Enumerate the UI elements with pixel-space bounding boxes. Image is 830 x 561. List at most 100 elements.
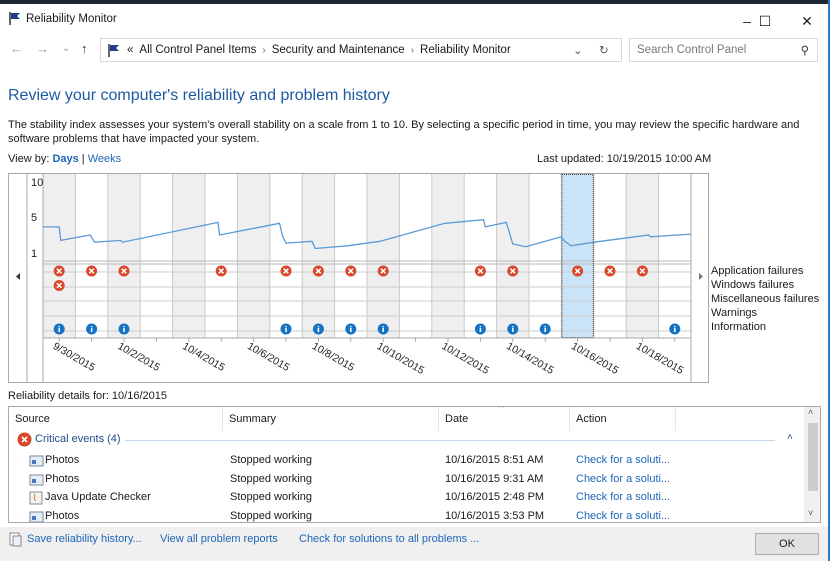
application-failure-icon[interactable]: [377, 265, 389, 277]
day-column[interactable]: [237, 174, 270, 338]
day-column[interactable]: [561, 174, 594, 338]
address-bar[interactable]: « All Control Panel Items › Security and…: [100, 38, 622, 62]
close-button[interactable]: ✕: [787, 8, 827, 34]
check-for-solutions-link[interactable]: Check for solutions to all problems ...: [299, 533, 479, 545]
back-button[interactable]: ←: [10, 41, 23, 56]
breadcrumb-overflow[interactable]: «: [127, 44, 133, 56]
footer: Save reliability history... View all pro…: [0, 527, 828, 561]
scrollbar-thumb[interactable]: [808, 423, 818, 491]
stability-chart[interactable]: 10 5 1 9/30/2015 10/2/2015 10/4/2015 10/6/2015…: [8, 173, 709, 383]
application-failure-icon[interactable]: [572, 265, 584, 277]
column-action[interactable]: Action: [570, 407, 676, 431]
check-for-solution-link[interactable]: Check for a soluti...: [576, 491, 670, 503]
application-failure-icon[interactable]: [53, 280, 65, 291]
legend-windows-failures: Windows failures: [711, 279, 795, 291]
column-date[interactable]: Date: [439, 407, 570, 431]
application-failure-icon[interactable]: [636, 265, 648, 277]
day-column[interactable]: [107, 174, 141, 338]
day-column[interactable]: [464, 174, 497, 338]
scroll-left-arrow-icon[interactable]: [16, 273, 20, 280]
application-failure-icon[interactable]: [280, 265, 292, 277]
breadcrumb-reliability-monitor[interactable]: Reliability Monitor: [420, 44, 511, 56]
information-icon[interactable]: [345, 323, 357, 335]
breadcrumb-security-and-maintenance[interactable]: Security and Maintenance: [272, 44, 405, 56]
scroll-down-icon[interactable]: ˅: [808, 508, 813, 518]
forward-button[interactable]: →: [36, 41, 49, 56]
check-for-solution-link[interactable]: Check for a soluti...: [576, 510, 670, 522]
summary-cell: Stopped working: [230, 472, 312, 485]
day-column[interactable]: [496, 174, 529, 338]
collapse-icon[interactable]: ˄: [787, 432, 793, 443]
day-column[interactable]: [43, 174, 76, 338]
day-column[interactable]: [302, 174, 335, 338]
scroll-right-arrow-icon[interactable]: [699, 273, 703, 280]
ok-button[interactable]: OK: [755, 533, 819, 555]
information-icon[interactable]: [86, 323, 98, 335]
information-icon[interactable]: [377, 323, 389, 335]
information-icon[interactable]: [539, 323, 551, 335]
day-column[interactable]: [626, 174, 659, 338]
application-failure-icon[interactable]: [86, 265, 98, 277]
save-reliability-history-link[interactable]: Save reliability history...: [27, 533, 142, 545]
day-column[interactable]: [334, 174, 367, 338]
breadcrumb-all-control-panel-items[interactable]: All Control Panel Items: [139, 44, 256, 56]
day-column[interactable]: [172, 174, 205, 338]
check-for-solution-link[interactable]: Check for a soluti...: [576, 473, 670, 485]
information-icon[interactable]: [53, 323, 65, 335]
information-icon[interactable]: [669, 323, 681, 335]
view-weeks-link[interactable]: Weeks: [88, 153, 121, 165]
view-all-problem-reports-link[interactable]: View all problem reports: [160, 533, 278, 545]
table-row[interactable]: Photos Stopped working 10/16/2015 3:53 P…: [9, 507, 804, 522]
information-icon[interactable]: [280, 323, 292, 335]
search-icon[interactable]: ⚲: [801, 43, 809, 57]
search-placeholder: Search Control Panel: [637, 44, 747, 56]
check-for-solution-link[interactable]: Check for a soluti...: [576, 454, 670, 466]
application-failure-icon[interactable]: [507, 265, 519, 277]
x-date-label: 10/8/2015: [310, 340, 357, 374]
day-column[interactable]: [399, 174, 432, 338]
up-button[interactable]: ↑: [81, 41, 88, 56]
search-input[interactable]: Search Control Panel ⚲: [629, 38, 818, 62]
column-summary[interactable]: Summary: [223, 407, 439, 431]
information-icon[interactable]: [507, 323, 519, 335]
day-column[interactable]: [367, 174, 400, 338]
day-column[interactable]: [269, 174, 303, 338]
group-critical-events[interactable]: Critical events (4) ˄: [15, 432, 795, 448]
day-column[interactable]: [658, 174, 691, 338]
application-icon: [29, 455, 44, 467]
application-failure-icon[interactable]: [118, 265, 130, 277]
information-icon[interactable]: [118, 323, 130, 335]
address-dropdown-button[interactable]: ⌄: [573, 43, 583, 57]
y-tick-label: 5: [31, 212, 37, 224]
application-failure-icon[interactable]: [215, 265, 227, 277]
legend-information: Information: [711, 321, 767, 333]
application-failure-icon[interactable]: [474, 265, 486, 277]
scroll-up-icon[interactable]: ˄: [808, 407, 813, 417]
table-row[interactable]: Java Update Checker Stopped working 10/1…: [9, 488, 804, 507]
view-days-link[interactable]: Days: [52, 153, 78, 165]
source-cell: Photos: [45, 454, 80, 466]
application-failure-icon[interactable]: [312, 265, 324, 277]
x-date-label: 9/30/2015: [51, 340, 98, 374]
information-icon[interactable]: [474, 323, 486, 335]
refresh-button[interactable]: ↻: [599, 43, 609, 57]
day-column[interactable]: [140, 174, 173, 338]
application-failure-icon[interactable]: [53, 265, 65, 277]
day-column[interactable]: [593, 174, 627, 338]
stability-chart-svg[interactable]: 10 5 1 9/30/2015 10/2/2015 10/4/2015 10/6/2015…: [9, 174, 710, 384]
maximize-button[interactable]: ☐: [745, 8, 785, 34]
column-source[interactable]: Source: [9, 407, 223, 431]
x-date-label: 10/6/2015: [245, 340, 292, 374]
table-row[interactable]: Photos Stopped working 10/16/2015 8:51 A…: [9, 451, 804, 470]
recent-locations-button[interactable]: ⌄: [62, 43, 70, 54]
table-row[interactable]: Photos Stopped working 10/16/2015 9:31 A…: [9, 470, 804, 489]
day-column[interactable]: [205, 174, 238, 338]
application-failure-icon[interactable]: [345, 265, 357, 277]
application-failure-icon[interactable]: [604, 265, 616, 277]
y-tick-label: 10: [31, 177, 43, 189]
description: The stability index assesses your system…: [8, 119, 800, 145]
day-column[interactable]: [75, 174, 108, 338]
information-icon[interactable]: [312, 323, 324, 335]
day-column[interactable]: [431, 174, 465, 338]
day-column[interactable]: [529, 174, 562, 338]
